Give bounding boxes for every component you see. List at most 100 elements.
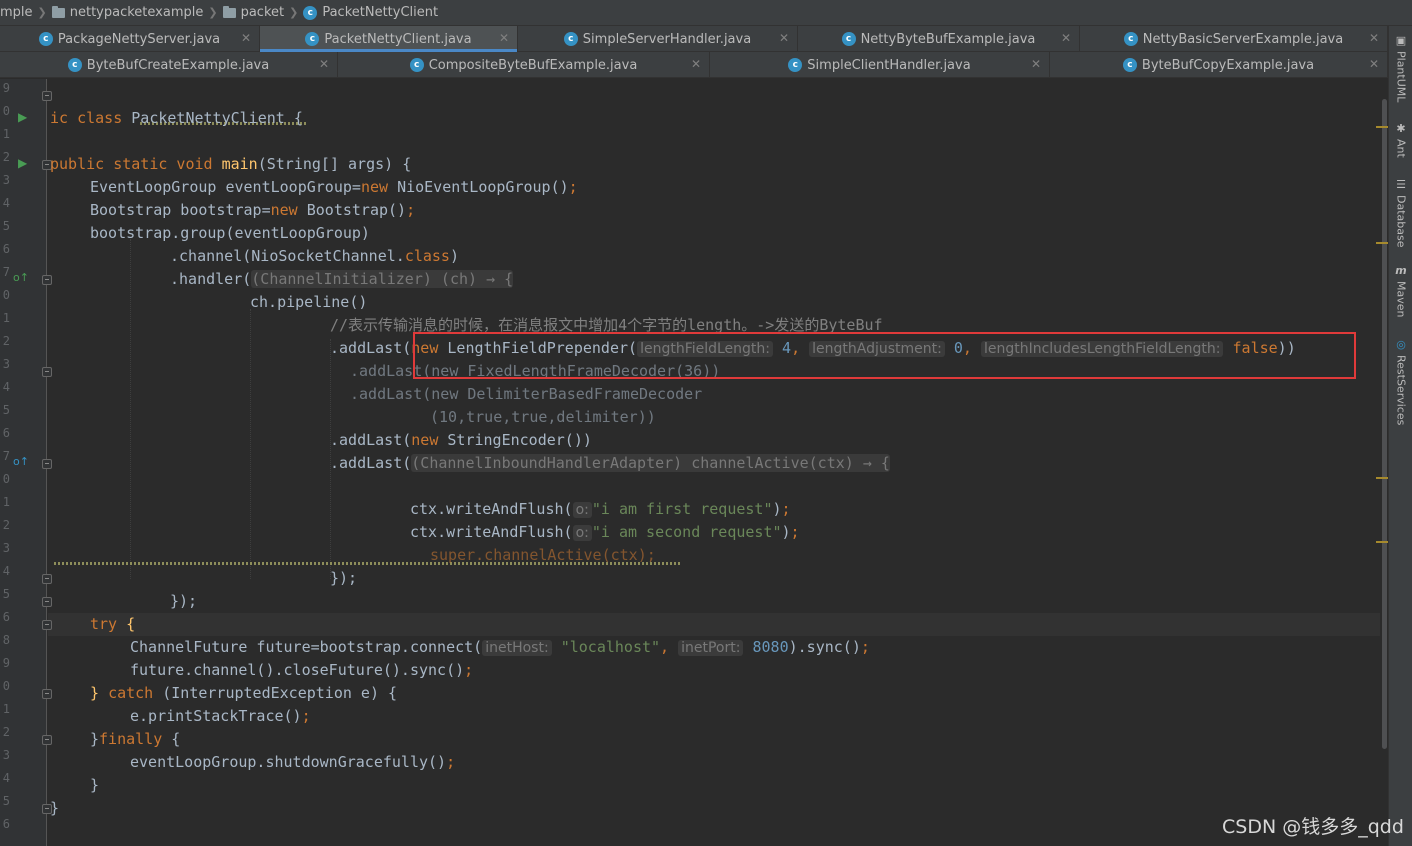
fold-marker[interactable]: [42, 735, 52, 745]
code-line[interactable]: try {: [90, 613, 135, 636]
line-number: 5: [2, 403, 10, 417]
close-icon[interactable]: ✕: [779, 31, 789, 45]
breadcrumb-item-class[interactable]: c PacketNettyClient: [303, 5, 438, 20]
chevron-right-icon: ❯: [208, 6, 218, 19]
tool-window-restservices[interactable]: ◎ RestServices: [1389, 338, 1412, 425]
code-line[interactable]: .addLast(new DelimiterBasedFrameDecoder: [350, 383, 702, 406]
fold-marker[interactable]: [42, 597, 52, 607]
tab-composite-bytebuf-example[interactable]: c CompositeByteBufExample.java ✕: [338, 52, 710, 78]
globe-icon: ◎: [1396, 338, 1406, 351]
vertical-scrollbar[interactable]: [1380, 79, 1388, 846]
code-line[interactable]: .addLast((ChannelInboundHandlerAdapter) …: [330, 452, 890, 475]
tab-netty-basic-server-example[interactable]: c NettyBasicServerExample.java ✕: [1080, 26, 1388, 52]
close-icon[interactable]: ✕: [1031, 57, 1041, 71]
code-line[interactable]: eventLoopGroup.shutdownGracefully();: [130, 751, 455, 774]
folder-icon: [222, 5, 236, 18]
close-icon[interactable]: ✕: [319, 57, 329, 71]
tab-simple-server-handler[interactable]: c SimpleServerHandler.java ✕: [518, 26, 798, 52]
fold-marker[interactable]: [42, 91, 52, 101]
tab-packet-netty-client[interactable]: c PacketNettyClient.java ✕: [260, 26, 518, 52]
code-line[interactable]: }: [90, 774, 99, 797]
line-number: 1: [2, 311, 10, 325]
code-line[interactable]: bootstrap.group(eventLoopGroup): [90, 222, 370, 245]
caret-row-highlight: [48, 613, 1380, 636]
line-number: 0: [2, 472, 10, 486]
override-icon[interactable]: o↑: [13, 271, 29, 284]
ant-icon: ✱: [1396, 122, 1406, 135]
line-number: 4: [2, 564, 10, 578]
run-icon[interactable]: ▶: [18, 110, 27, 124]
tab-simple-client-handler[interactable]: c SimpleClientHandler.java ✕: [710, 52, 1050, 78]
close-icon[interactable]: ✕: [241, 31, 251, 45]
line-number: 4: [2, 771, 10, 785]
chevron-right-icon: ❯: [37, 6, 47, 19]
code-line[interactable]: public static void main(String[] args) {: [50, 153, 411, 176]
lambda-fold-hint: (ChannelInitializer) (ch) → {: [251, 270, 514, 288]
close-icon[interactable]: ✕: [1369, 57, 1379, 71]
tab-netty-bytebuf-example[interactable]: c NettyByteBufExample.java ✕: [798, 26, 1080, 52]
fold-marker[interactable]: [42, 367, 52, 377]
line-number: 6: [2, 426, 10, 440]
java-class-icon: c: [841, 32, 856, 46]
parameter-hint: inetHost:: [482, 640, 552, 656]
line-number: 4: [2, 196, 10, 210]
tool-window-ant[interactable]: ✱ Ant: [1389, 122, 1412, 158]
tab-bytebuf-copy-example[interactable]: c ByteBufCopyExample.java ✕: [1050, 52, 1388, 78]
editor-tabs-row-2: c ByteBufCreateExample.java ✕ c CompositeBy…: [0, 52, 1388, 78]
code-line[interactable]: future.channel().closeFuture().sync();: [130, 659, 473, 682]
line-number: 6: [2, 817, 10, 831]
line-number: 4: [2, 380, 10, 394]
code-line[interactable]: }: [50, 797, 59, 820]
fold-marker[interactable]: [42, 275, 52, 285]
close-icon[interactable]: ✕: [1061, 31, 1071, 45]
fold-marker[interactable]: [42, 620, 52, 630]
code-line[interactable]: .addLast(new StringEncoder()): [330, 429, 592, 452]
breadcrumb: mple ❯ nettypacketexample ❯ packet ❯ c Pa…: [0, 0, 1412, 26]
fold-marker[interactable]: [42, 574, 52, 584]
maven-icon: m: [1395, 264, 1407, 277]
line-number: 3: [2, 357, 10, 371]
close-icon[interactable]: ✕: [691, 57, 701, 71]
java-class-icon: c: [305, 32, 320, 46]
code-line[interactable]: }finally {: [90, 728, 180, 751]
code-editor[interactable]: 9 0 1 2 3 4 5 6 7 0 1 2 3 4 5 6 7 0 1 2 3 4 5 6 8 9 0 1 2 3 4 5 6 ▶ ▶ o↑…: [0, 79, 1390, 846]
line-number: 0: [2, 104, 10, 118]
breadcrumb-item-nettypacketexample[interactable]: nettypacketexample: [51, 5, 203, 20]
tab-package-netty-server[interactable]: c PackageNettyServer.java ✕: [0, 26, 260, 52]
code-line[interactable]: super.channelActive(ctx);: [430, 544, 656, 567]
line-number: 5: [2, 219, 10, 233]
code-line[interactable]: ctx.writeAndFlush(o: "i am first request"…: [410, 498, 791, 521]
run-icon[interactable]: ▶: [18, 156, 27, 170]
tool-window-plantuml[interactable]: ▣ PlantUML: [1389, 34, 1412, 102]
code-line[interactable]: ch.pipeline(): [250, 291, 367, 314]
line-number: 2: [2, 150, 10, 164]
tab-bytebuf-create-example[interactable]: c ByteBufCreateExample.java ✕: [0, 52, 338, 78]
code-line[interactable]: Bootstrap bootstrap=new Bootstrap();: [90, 199, 415, 222]
code-line[interactable]: ic class PacketNettyClient {: [50, 107, 303, 130]
code-line[interactable]: ctx.writeAndFlush(o: "i am second request…: [410, 521, 800, 544]
code-line[interactable]: });: [330, 567, 357, 590]
close-icon[interactable]: ✕: [1369, 31, 1379, 45]
fold-marker[interactable]: [42, 459, 52, 469]
code-line[interactable]: ChannelFuture future=bootstrap.connect(i…: [130, 636, 870, 659]
tool-window-database[interactable]: ☰ Database: [1389, 178, 1412, 248]
breadcrumb-item-module[interactable]: mple: [0, 5, 33, 20]
code-line[interactable]: (10,true,true,delimiter)): [430, 406, 656, 429]
code-line[interactable]: e.printStackTrace();: [130, 705, 311, 728]
watermark: CSDN @钱多多_qdd: [1222, 816, 1404, 838]
java-class-icon: c: [303, 5, 318, 20]
code-line[interactable]: });: [170, 590, 197, 613]
fold-marker[interactable]: [42, 689, 52, 699]
tool-window-maven[interactable]: m Maven: [1389, 264, 1412, 317]
code-line[interactable]: EventLoopGroup eventLoopGroup=new NioEve…: [90, 176, 578, 199]
java-class-icon: c: [38, 32, 53, 46]
breadcrumb-item-packet[interactable]: packet: [222, 5, 284, 20]
close-icon[interactable]: ✕: [499, 31, 509, 45]
override-icon[interactable]: o↑: [13, 455, 29, 468]
code-line[interactable]: .channel(NioSocketChannel.class): [170, 245, 459, 268]
scrollbar-thumb[interactable]: [1382, 99, 1387, 749]
line-number: 1: [2, 127, 10, 141]
code-line[interactable]: } catch (InterruptedException e) {: [90, 682, 397, 705]
line-number: 1: [2, 702, 10, 716]
code-line[interactable]: .handler((ChannelInitializer) (ch) → {: [170, 268, 514, 291]
